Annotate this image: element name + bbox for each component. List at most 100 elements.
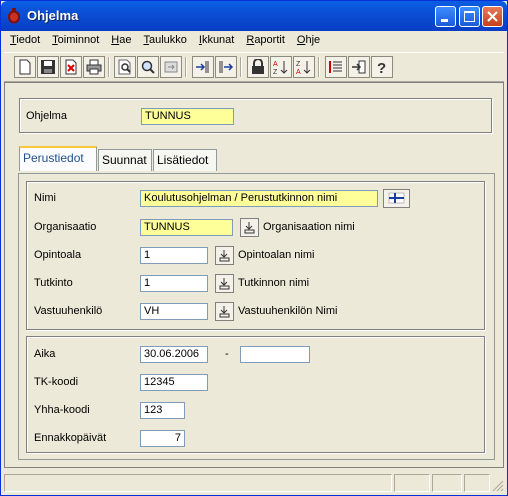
next-record-button[interactable] [215,56,237,78]
new-button[interactable] [14,56,36,78]
nimi-field[interactable]: Koulutusohjelman / Perustutkinnon nimi [140,190,378,207]
close-button[interactable] [482,6,503,27]
previous-record-button[interactable] [192,56,214,78]
tk-koodi-label: TK-koodi [34,376,79,388]
lock-button[interactable] [247,56,269,78]
sort-descending-icon: ZA [296,61,311,75]
language-button[interactable] [383,189,410,208]
menu-tiedot[interactable]: Tiedot [4,32,46,46]
aika-label: Aika [34,348,56,360]
save-button[interactable] [37,56,59,78]
minimize-icon [441,19,448,22]
print-button[interactable] [83,56,105,78]
maximize-button[interactable] [459,6,480,27]
opintoala-label: Opintoala [34,249,82,261]
menu-raportit[interactable]: Raportit [240,32,291,46]
toolbar-separator [108,57,110,77]
status-panel-3 [432,474,462,492]
svg-text:A: A [273,61,278,68]
application-window: Ohjelma Tiedot Toiminnot Hae Taulukko Ikkuna… [0,0,508,496]
form-client-area: Ohjelma TUNNUS Perustiedot Suunnat Lisät… [4,82,504,468]
print-preview-icon [118,59,131,75]
search-icon [141,60,155,74]
aika-start-field[interactable]: 30.06.2006 [140,346,208,363]
lookup-icon [219,278,230,290]
previous-record-icon [196,61,209,73]
program-id-field[interactable]: TUNNUS [141,108,234,125]
navigate-icon [164,61,178,73]
opintoala-field[interactable]: 1 [140,247,208,264]
toolbar-separator [318,57,320,77]
toolbar-separator [240,57,242,77]
status-panel-2 [394,474,430,492]
vastuuhenkilo-picker-button[interactable] [215,302,234,321]
menu-ohje[interactable]: Ohje [291,32,326,46]
sort-ascending-button[interactable]: AZ [270,56,292,78]
minimize-button[interactable] [435,6,456,27]
program-label: Ohjelma [26,110,67,122]
menu-toiminnot[interactable]: Toiminnot [46,32,105,46]
tab-suunnat[interactable]: Suunnat [98,149,152,171]
sort-ascending-icon: AZ [273,61,288,75]
app-logo-icon [8,8,20,24]
list-button[interactable] [325,56,347,78]
status-panel-main [4,474,392,492]
lookup-icon [244,222,255,234]
organisaatio-picker-button[interactable] [240,218,259,237]
lock-icon [252,59,264,74]
organisaatio-label: Organisaatio [34,221,97,233]
help-button[interactable]: ? [371,56,393,78]
menu-bar: Tiedot Toiminnot Hae Taulukko Ikkunat Raporti… [4,32,504,50]
menu-hae[interactable]: Hae [105,32,137,46]
delete-icon [65,59,77,75]
svg-text:?: ? [377,60,386,75]
vastuuhenkilo-field[interactable]: VH [140,303,208,320]
vastuuhenkilo-name: Vastuuhenkilön Nimi [238,305,338,317]
yhha-koodi-field[interactable]: 123 [140,402,185,419]
search-button[interactable] [137,56,159,78]
toolbar: AZ ZA ? [4,52,504,82]
svg-text:Z: Z [296,61,301,68]
delete-button[interactable] [60,56,82,78]
exit-button[interactable] [348,56,370,78]
sort-descending-button[interactable]: ZA [293,56,315,78]
tab-panel-perustiedot: Nimi Koulutusohjelman / Perustutkinnon n… [18,173,495,460]
yhha-koodi-label: Yhha-koodi [34,404,90,416]
tk-koodi-field[interactable]: 12345 [140,374,208,391]
extra-info-group: Aika 30.06.2006 - TK-koodi 12345 Yhha-ko… [26,336,485,453]
vastuuhenkilo-label: Vastuuhenkilö [34,305,103,317]
menu-taulukko[interactable]: Taulukko [137,32,192,46]
tab-lisatiedot[interactable]: Lisätiedot [153,149,217,171]
finnish-flag-icon [388,192,405,204]
title-bar[interactable]: Ohjelma [1,1,507,31]
ennakkopaivat-field[interactable]: 7 [140,430,185,447]
tab-perustiedot[interactable]: Perustiedot [19,146,97,171]
new-document-icon [19,59,31,75]
ennakkopaivat-label: Ennakkopäivät [34,432,107,444]
svg-text:Z: Z [273,69,278,75]
help-icon: ? [377,60,386,75]
header-group: Ohjelma TUNNUS [19,98,492,133]
opintoala-name: Opintoalan nimi [238,249,315,261]
tutkinto-picker-button[interactable] [215,274,234,293]
nimi-label: Nimi [34,192,56,204]
exit-door-icon [352,60,366,74]
jump-button[interactable] [160,56,182,78]
menu-ikkunat[interactable]: Ikkunat [193,32,240,46]
status-bar [4,472,504,494]
svg-text:A: A [296,69,301,75]
close-icon [487,11,498,22]
organisaatio-field[interactable]: TUNNUS [140,219,233,236]
aika-end-field[interactable] [240,346,310,363]
list-icon [329,61,342,73]
preview-button[interactable] [114,56,136,78]
status-panel-4 [464,474,490,492]
lookup-icon [219,306,230,318]
tutkinto-label: Tutkinto [34,277,73,289]
toolbar-separator [185,57,187,77]
tutkinto-field[interactable]: 1 [140,275,208,292]
opintoala-picker-button[interactable] [215,246,234,265]
printer-icon [86,59,102,75]
basic-info-group: Nimi Koulutusohjelman / Perustutkinnon n… [26,181,485,330]
resize-grip-icon[interactable] [492,480,504,492]
